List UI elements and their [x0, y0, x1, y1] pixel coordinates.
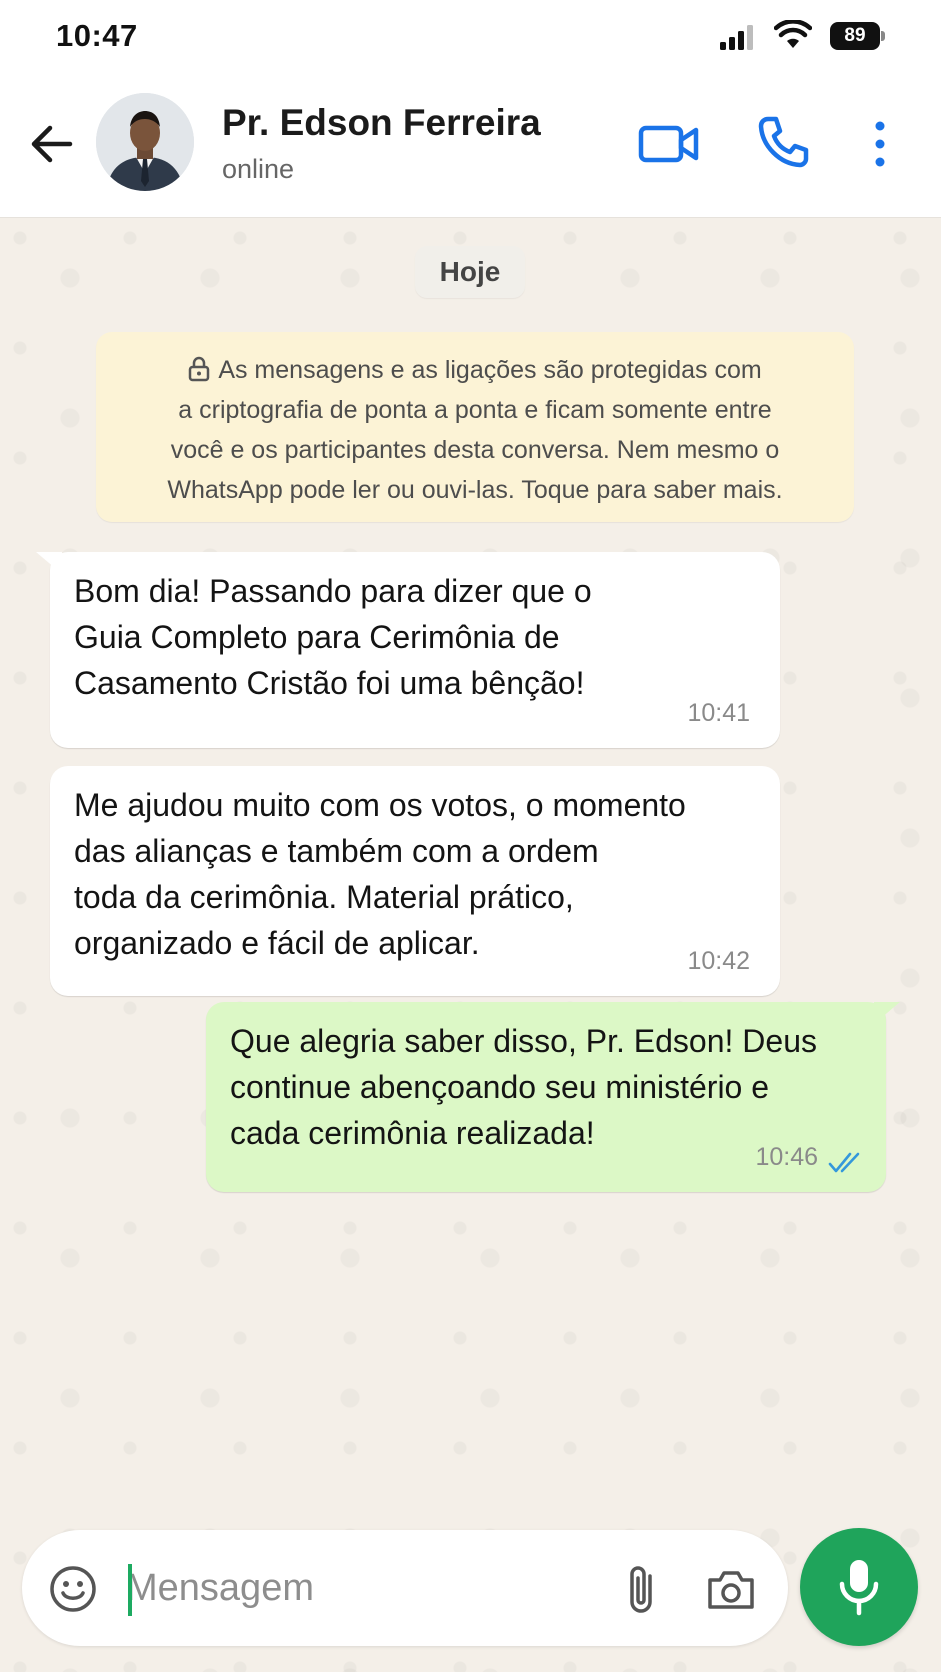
mic-icon: [839, 1560, 879, 1616]
message-text: Me ajudou muito com os votos, o momento …: [74, 787, 686, 961]
camera-icon[interactable]: [706, 1566, 756, 1612]
battery-level: 89: [830, 22, 880, 50]
lock-icon: [189, 356, 210, 382]
message-bubble-incoming[interactable]: Bom dia! Passando para dizer que o Guia …: [36, 552, 780, 748]
double-check-read-icon: [828, 1152, 860, 1173]
encryption-notice[interactable]: As mensagens e as ligações são protegida…: [96, 332, 854, 522]
avatar[interactable]: [96, 93, 194, 191]
text-cursor: [128, 1564, 132, 1616]
message-text: Bom dia! Passando para dizer que o Guia …: [74, 573, 592, 701]
battery-icon: 89: [830, 22, 886, 50]
message-bubble-incoming[interactable]: Me ajudou muito com os votos, o momento …: [50, 766, 780, 996]
chat-area[interactable]: Hoje As mensagens e as ligações são prot…: [0, 218, 941, 1672]
message-input[interactable]: [126, 1558, 606, 1618]
more-options-icon[interactable]: [868, 116, 892, 172]
contact-status: online: [222, 154, 295, 184]
status-bar: 10:47 89: [0, 0, 941, 72]
contact-name[interactable]: Pr. Edson Ferreira: [222, 102, 541, 144]
status-time: 10:47: [56, 18, 138, 53]
attach-icon[interactable]: [622, 1562, 662, 1618]
wifi-icon: [774, 20, 812, 48]
emoji-icon[interactable]: [48, 1564, 98, 1614]
message-time: 10:42: [687, 947, 750, 975]
message-time: 10:41: [687, 699, 750, 727]
encryption-notice-text: As mensagens e as ligações são protegida…: [167, 356, 783, 504]
chat-header: Pr. Edson Ferreira online: [0, 72, 941, 218]
message-composer: [22, 1530, 788, 1646]
signal-icon: [720, 25, 753, 50]
back-arrow-icon[interactable]: [26, 118, 78, 170]
video-call-icon[interactable]: [638, 116, 700, 172]
date-chip: Hoje: [415, 246, 525, 298]
message-bubble-outgoing[interactable]: Que alegria saber disso, Pr. Edson! Deus…: [206, 1002, 900, 1192]
voice-call-icon[interactable]: [756, 114, 810, 170]
mic-button[interactable]: [800, 1528, 918, 1646]
message-time: 10:46: [755, 1143, 818, 1171]
